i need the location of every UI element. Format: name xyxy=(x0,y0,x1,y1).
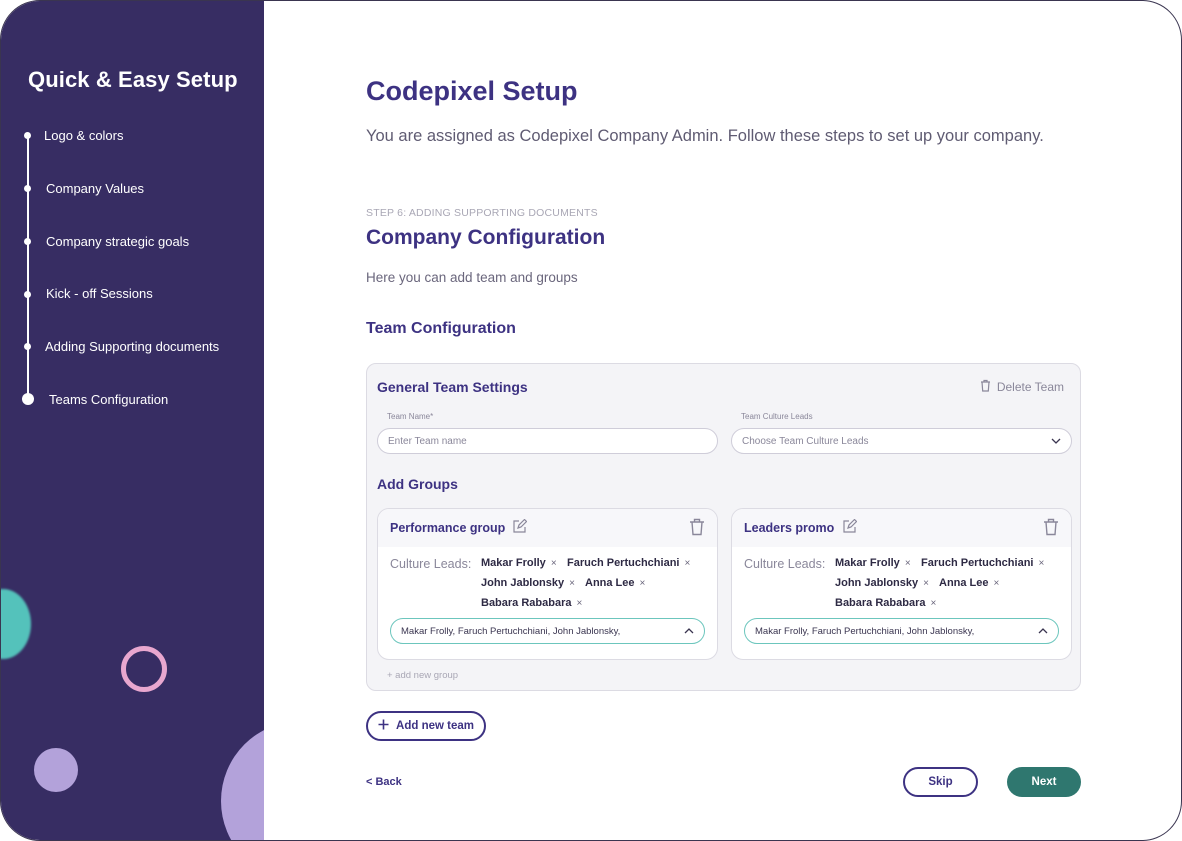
decorative-pink-ring xyxy=(121,646,167,692)
culture-leads-label: Team Culture Leads xyxy=(741,412,813,421)
step-eyebrow: STEP 6: ADDING SUPPORTING DOCUMENTS xyxy=(366,207,598,219)
culture-leads-select[interactable]: Choose Team Culture Leads xyxy=(731,428,1072,454)
add-groups-heading: Add Groups xyxy=(377,476,458,492)
group-leads-select[interactable]: Makar Frolly, Faruch Pertuchchiani, John… xyxy=(390,618,705,644)
lead-chip: Makar Frolly × xyxy=(835,557,911,569)
lead-chip: Makar Frolly × xyxy=(481,557,557,569)
chevron-up-icon xyxy=(683,625,695,640)
sidebar-step-company-values[interactable]: Company Values xyxy=(46,181,144,196)
remove-chip-icon[interactable]: × xyxy=(1038,558,1044,569)
sidebar-step-supporting-docs[interactable]: Adding Supporting documents xyxy=(45,339,219,354)
sidebar-step-kickoff[interactable]: Kick - off Sessions xyxy=(46,286,153,301)
edit-icon[interactable] xyxy=(512,518,528,539)
team-name-input[interactable]: Enter Team name xyxy=(377,428,718,454)
decorative-teal-blob xyxy=(1,589,31,659)
skip-button[interactable]: Skip xyxy=(903,767,978,797)
step-dot-logo xyxy=(24,132,31,139)
add-new-team-label: Add new team xyxy=(396,720,474,732)
chevron-down-icon xyxy=(1050,435,1062,450)
group-card-leaders-promo: Leaders promo Culture Leads: Makar Froll… xyxy=(731,508,1072,660)
team-configuration-heading: Team Configuration xyxy=(366,320,516,337)
add-new-group-link[interactable]: + add new group xyxy=(387,670,458,681)
lead-chip: Anna Lee × xyxy=(585,577,646,589)
remove-chip-icon[interactable]: × xyxy=(905,558,911,569)
delete-team-label: Delete Team xyxy=(996,380,1064,394)
remove-chip-icon[interactable]: × xyxy=(684,558,690,569)
steps-progress-line xyxy=(27,135,29,399)
sidebar-step-teams-configuration[interactable]: Teams Configuration xyxy=(49,392,168,407)
group-leads-value: Makar Frolly, Faruch Pertuchchiani, John… xyxy=(401,625,621,637)
lead-chip: John Jablonsky × xyxy=(481,577,575,589)
sidebar-step-strategic-goals[interactable]: Company strategic goals xyxy=(46,234,189,249)
app-window: Quick & Easy Setup Logo & colors Company… xyxy=(0,0,1182,841)
lead-chip: Faruch Pertuchchiani × xyxy=(921,557,1045,569)
team-settings-title: General Team Settings xyxy=(377,379,528,395)
remove-chip-icon[interactable]: × xyxy=(923,578,929,589)
team-name-placeholder: Enter Team name xyxy=(388,435,467,447)
delete-team-button[interactable]: Delete Team xyxy=(980,379,1064,395)
section-title: Company Configuration xyxy=(366,226,606,249)
lead-chip: Babara Rababara × xyxy=(481,597,583,609)
lead-chip: John Jablonsky × xyxy=(835,577,929,589)
group-name: Performance group xyxy=(390,521,506,535)
step-dot-goals xyxy=(24,238,31,245)
step-dot-teams-active xyxy=(22,393,34,405)
lead-chip: Faruch Pertuchchiani × xyxy=(567,557,691,569)
team-settings-card: General Team Settings Delete Team Team N… xyxy=(366,363,1081,691)
team-name-label: Team Name* xyxy=(387,412,434,421)
setup-sidebar: Quick & Easy Setup Logo & colors Company… xyxy=(1,1,264,840)
remove-chip-icon[interactable]: × xyxy=(931,598,937,609)
chevron-up-icon xyxy=(1037,625,1049,640)
step-dot-kickoff xyxy=(24,291,31,298)
decorative-large-circle xyxy=(221,721,264,840)
remove-chip-icon[interactable]: × xyxy=(551,558,557,569)
group-card-performance: Performance group Culture Leads: Makar F… xyxy=(377,508,718,660)
edit-icon[interactable] xyxy=(842,518,858,539)
step-dot-values xyxy=(24,185,31,192)
trash-icon[interactable] xyxy=(689,518,705,541)
page-title: Codepixel Setup xyxy=(366,76,578,106)
section-description: Here you can add team and groups xyxy=(366,270,578,285)
group-name: Leaders promo xyxy=(744,521,835,535)
page-subtitle: You are assigned as Codepixel Company Ad… xyxy=(366,127,1044,145)
remove-chip-icon[interactable]: × xyxy=(640,578,646,589)
trash-icon[interactable] xyxy=(1043,518,1059,541)
decorative-lilac-circle xyxy=(34,748,78,792)
remove-chip-icon[interactable]: × xyxy=(577,598,583,609)
trash-icon xyxy=(980,379,991,395)
group-leads-select[interactable]: Makar Frolly, Faruch Pertuchchiani, John… xyxy=(744,618,1059,644)
sidebar-step-logo-colors[interactable]: Logo & colors xyxy=(44,128,124,143)
culture-leads-label: Culture Leads: xyxy=(390,557,472,571)
culture-leads-placeholder: Choose Team Culture Leads xyxy=(742,435,869,447)
lead-chip: Anna Lee × xyxy=(939,577,1000,589)
add-new-team-button[interactable]: Add new team xyxy=(366,711,486,741)
next-button[interactable]: Next xyxy=(1007,767,1081,797)
remove-chip-icon[interactable]: × xyxy=(994,578,1000,589)
step-dot-documents xyxy=(24,343,31,350)
culture-leads-label: Culture Leads: xyxy=(744,557,826,571)
plus-icon xyxy=(378,719,389,733)
sidebar-title: Quick & Easy Setup xyxy=(28,67,238,92)
remove-chip-icon[interactable]: × xyxy=(569,578,575,589)
group-leads-value: Makar Frolly, Faruch Pertuchchiani, John… xyxy=(755,625,975,637)
lead-chip: Babara Rababara × xyxy=(835,597,937,609)
back-link[interactable]: < Back xyxy=(366,776,402,788)
